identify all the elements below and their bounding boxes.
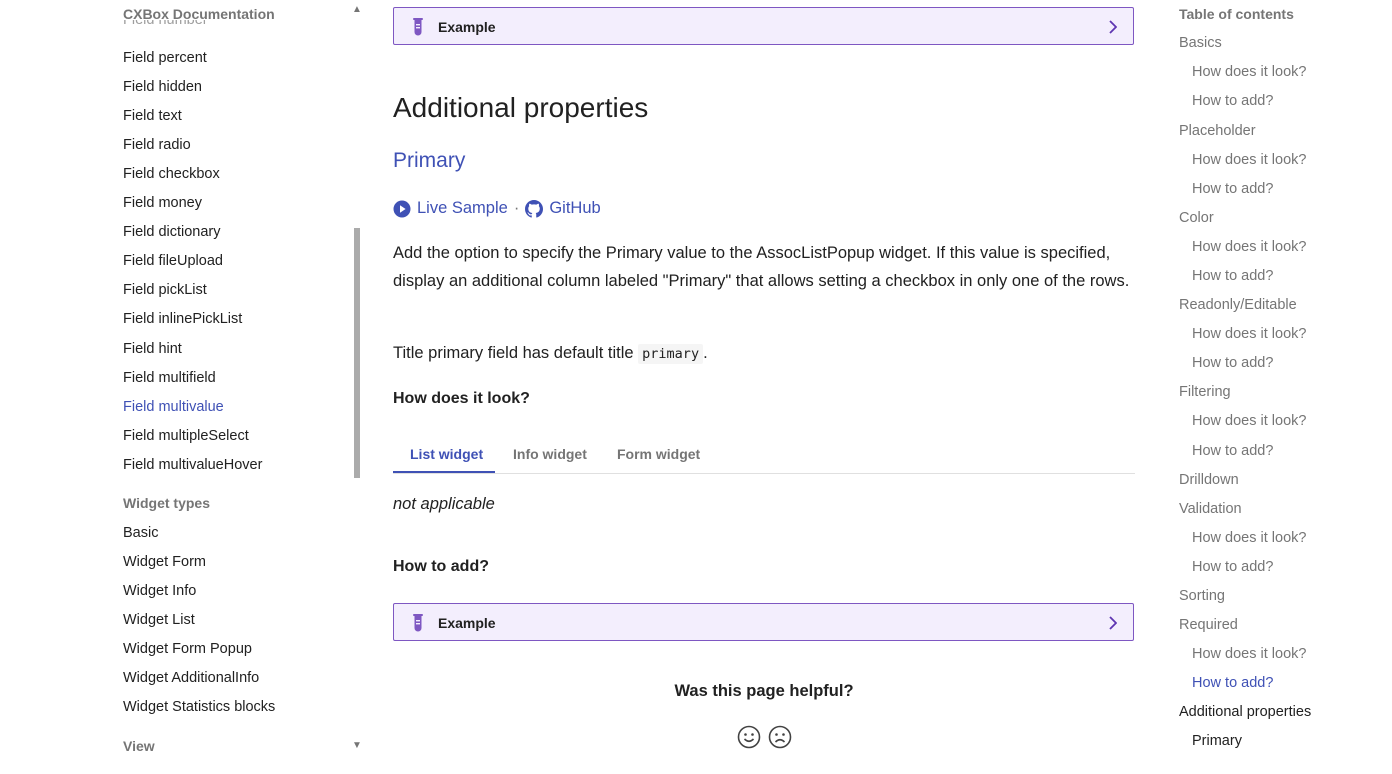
sidebar-section-widget-types[interactable]: Widget types <box>123 495 210 511</box>
toc-item-color-add[interactable]: How to add? <box>1192 268 1273 284</box>
title-paragraph: Title primary field has default title pr… <box>393 340 1133 369</box>
sidebar-item-field-fileupload[interactable]: Field fileUpload <box>123 253 223 269</box>
chevron-right-icon <box>1109 20 1117 34</box>
sidebar-item-field-checkbox[interactable]: Field checkbox <box>123 166 220 182</box>
toc-item-readonly-look[interactable]: How does it look? <box>1192 326 1306 342</box>
sidebar-item-field-multivalue[interactable]: Field multivalue <box>123 399 224 415</box>
toc-item-filtering-add[interactable]: How to add? <box>1192 443 1273 459</box>
toc-item-color-look[interactable]: How does it look? <box>1192 239 1306 255</box>
example-label: Example <box>438 19 496 35</box>
widget-tabs: List widget Info widget Form widget <box>393 435 1135 474</box>
sidebar-section-view[interactable]: View <box>123 738 155 754</box>
sidebar-item-widget-statistics-blocks[interactable]: Widget Statistics blocks <box>123 699 275 715</box>
caret-up-icon[interactable]: ▲ <box>352 4 362 15</box>
beaker-icon <box>413 614 423 632</box>
sample-links: Live Sample · GitHub <box>393 199 601 218</box>
title-code: primary <box>638 344 704 364</box>
sidebar-item-field-text[interactable]: Field text <box>123 108 182 124</box>
tab-info-widget[interactable]: Info widget <box>513 446 587 462</box>
frown-icon[interactable] <box>768 725 792 749</box>
sidebar-item-field-inlinepicklist[interactable]: Field inlinePickList <box>123 311 242 327</box>
tab-list-widget[interactable]: List widget <box>410 446 483 462</box>
toc-item-primary[interactable]: Primary <box>1192 733 1242 749</box>
title-text: Title primary field has default title <box>393 344 634 362</box>
toc-title: Table of contents <box>1179 6 1294 22</box>
sidebar-nav: CXBox Documentation ▲ Field number Field… <box>0 0 362 774</box>
heading-additional-properties: Additional properties <box>393 92 649 123</box>
toc-item-validation-look[interactable]: How does it look? <box>1192 530 1306 546</box>
sidebar-item-field-percent[interactable]: Field percent <box>123 50 207 66</box>
heading-how-look: How does it look? <box>393 390 530 407</box>
toc-item-validation[interactable]: Validation <box>1179 501 1242 517</box>
sidebar-item-widget-form[interactable]: Widget Form <box>123 554 206 570</box>
sidebar-item-field-picklist[interactable]: Field pickList <box>123 282 207 298</box>
toc-item-readonly-editable[interactable]: Readonly/Editable <box>1179 297 1297 313</box>
toc-item-drilldown[interactable]: Drilldown <box>1179 472 1239 488</box>
toc-item-readonly-add[interactable]: How to add? <box>1192 355 1273 371</box>
link-separator: · <box>513 199 520 217</box>
toc-item-placeholder-look[interactable]: How does it look? <box>1192 152 1306 168</box>
caret-down-icon[interactable]: ▼ <box>352 740 362 751</box>
sidebar-item-field-dictionary[interactable]: Field dictionary <box>123 224 221 240</box>
example-collapsible-top[interactable]: Example <box>393 7 1134 45</box>
title-text-end: . <box>703 344 708 362</box>
beaker-icon <box>413 18 423 36</box>
toc-item-additional-properties[interactable]: Additional properties <box>1179 704 1311 720</box>
sidebar-item-cut[interactable]: Field number <box>123 20 323 34</box>
toc-item-placeholder[interactable]: Placeholder <box>1179 123 1256 139</box>
toc-item-sorting[interactable]: Sorting <box>1179 588 1225 604</box>
sidebar-item-field-hint[interactable]: Field hint <box>123 341 182 357</box>
not-applicable-text: not applicable <box>393 495 495 513</box>
sidebar-item-widget-additionalinfo[interactable]: Widget AdditionalInfo <box>123 670 259 686</box>
toc-item-color[interactable]: Color <box>1179 210 1214 226</box>
sidebar-item-basic[interactable]: Basic <box>123 525 158 541</box>
example-label: Example <box>438 615 496 631</box>
heading-how-add: How to add? <box>393 558 489 575</box>
sidebar-item-field-hidden[interactable]: Field hidden <box>123 79 202 95</box>
sidebar-item-field-multifield[interactable]: Field multifield <box>123 370 216 386</box>
github-icon <box>525 199 544 218</box>
heading-primary: Primary <box>393 149 466 172</box>
toc-item-filtering-look[interactable]: How does it look? <box>1192 413 1306 429</box>
toc-item-required[interactable]: Required <box>1179 617 1238 633</box>
feedback-question: Was this page helpful? <box>674 682 854 700</box>
sidebar-scrollbar[interactable] <box>354 228 360 478</box>
toc-item-required-look[interactable]: How does it look? <box>1192 646 1306 662</box>
sidebar-item-widget-form-popup[interactable]: Widget Form Popup <box>123 641 252 657</box>
toc-item-filtering[interactable]: Filtering <box>1179 384 1231 400</box>
example-collapsible-bottom[interactable]: Example <box>393 603 1134 641</box>
description-paragraph: Add the option to specify the Primary va… <box>393 244 1130 290</box>
toc-item-required-add[interactable]: How to add? <box>1192 675 1273 691</box>
toc-item-basics-look[interactable]: How does it look? <box>1192 64 1306 80</box>
sidebar-item-widget-list[interactable]: Widget List <box>123 612 195 628</box>
tab-active-indicator <box>393 471 495 473</box>
toc-item-basics[interactable]: Basics <box>1179 35 1222 51</box>
chevron-right-icon <box>1109 616 1117 630</box>
sidebar-item-widget-info[interactable]: Widget Info <box>123 583 196 599</box>
sidebar-item-field-radio[interactable]: Field radio <box>123 137 191 153</box>
github-link[interactable]: GitHub <box>549 199 600 218</box>
smile-icon[interactable] <box>737 725 761 749</box>
toc-item-validation-add[interactable]: How to add? <box>1192 559 1273 575</box>
play-circle-icon <box>393 200 411 217</box>
toc-item-basics-add[interactable]: How to add? <box>1192 93 1273 109</box>
sidebar-item-field-money[interactable]: Field money <box>123 195 202 211</box>
toc-item-placeholder-add[interactable]: How to add? <box>1192 181 1273 197</box>
sidebar-item-field-multipleselect[interactable]: Field multipleSelect <box>123 428 249 444</box>
tab-form-widget[interactable]: Form widget <box>617 446 700 462</box>
live-sample-link[interactable]: Live Sample <box>417 199 508 218</box>
sidebar-item-field-multivaluehover[interactable]: Field multivalueHover <box>123 457 262 473</box>
